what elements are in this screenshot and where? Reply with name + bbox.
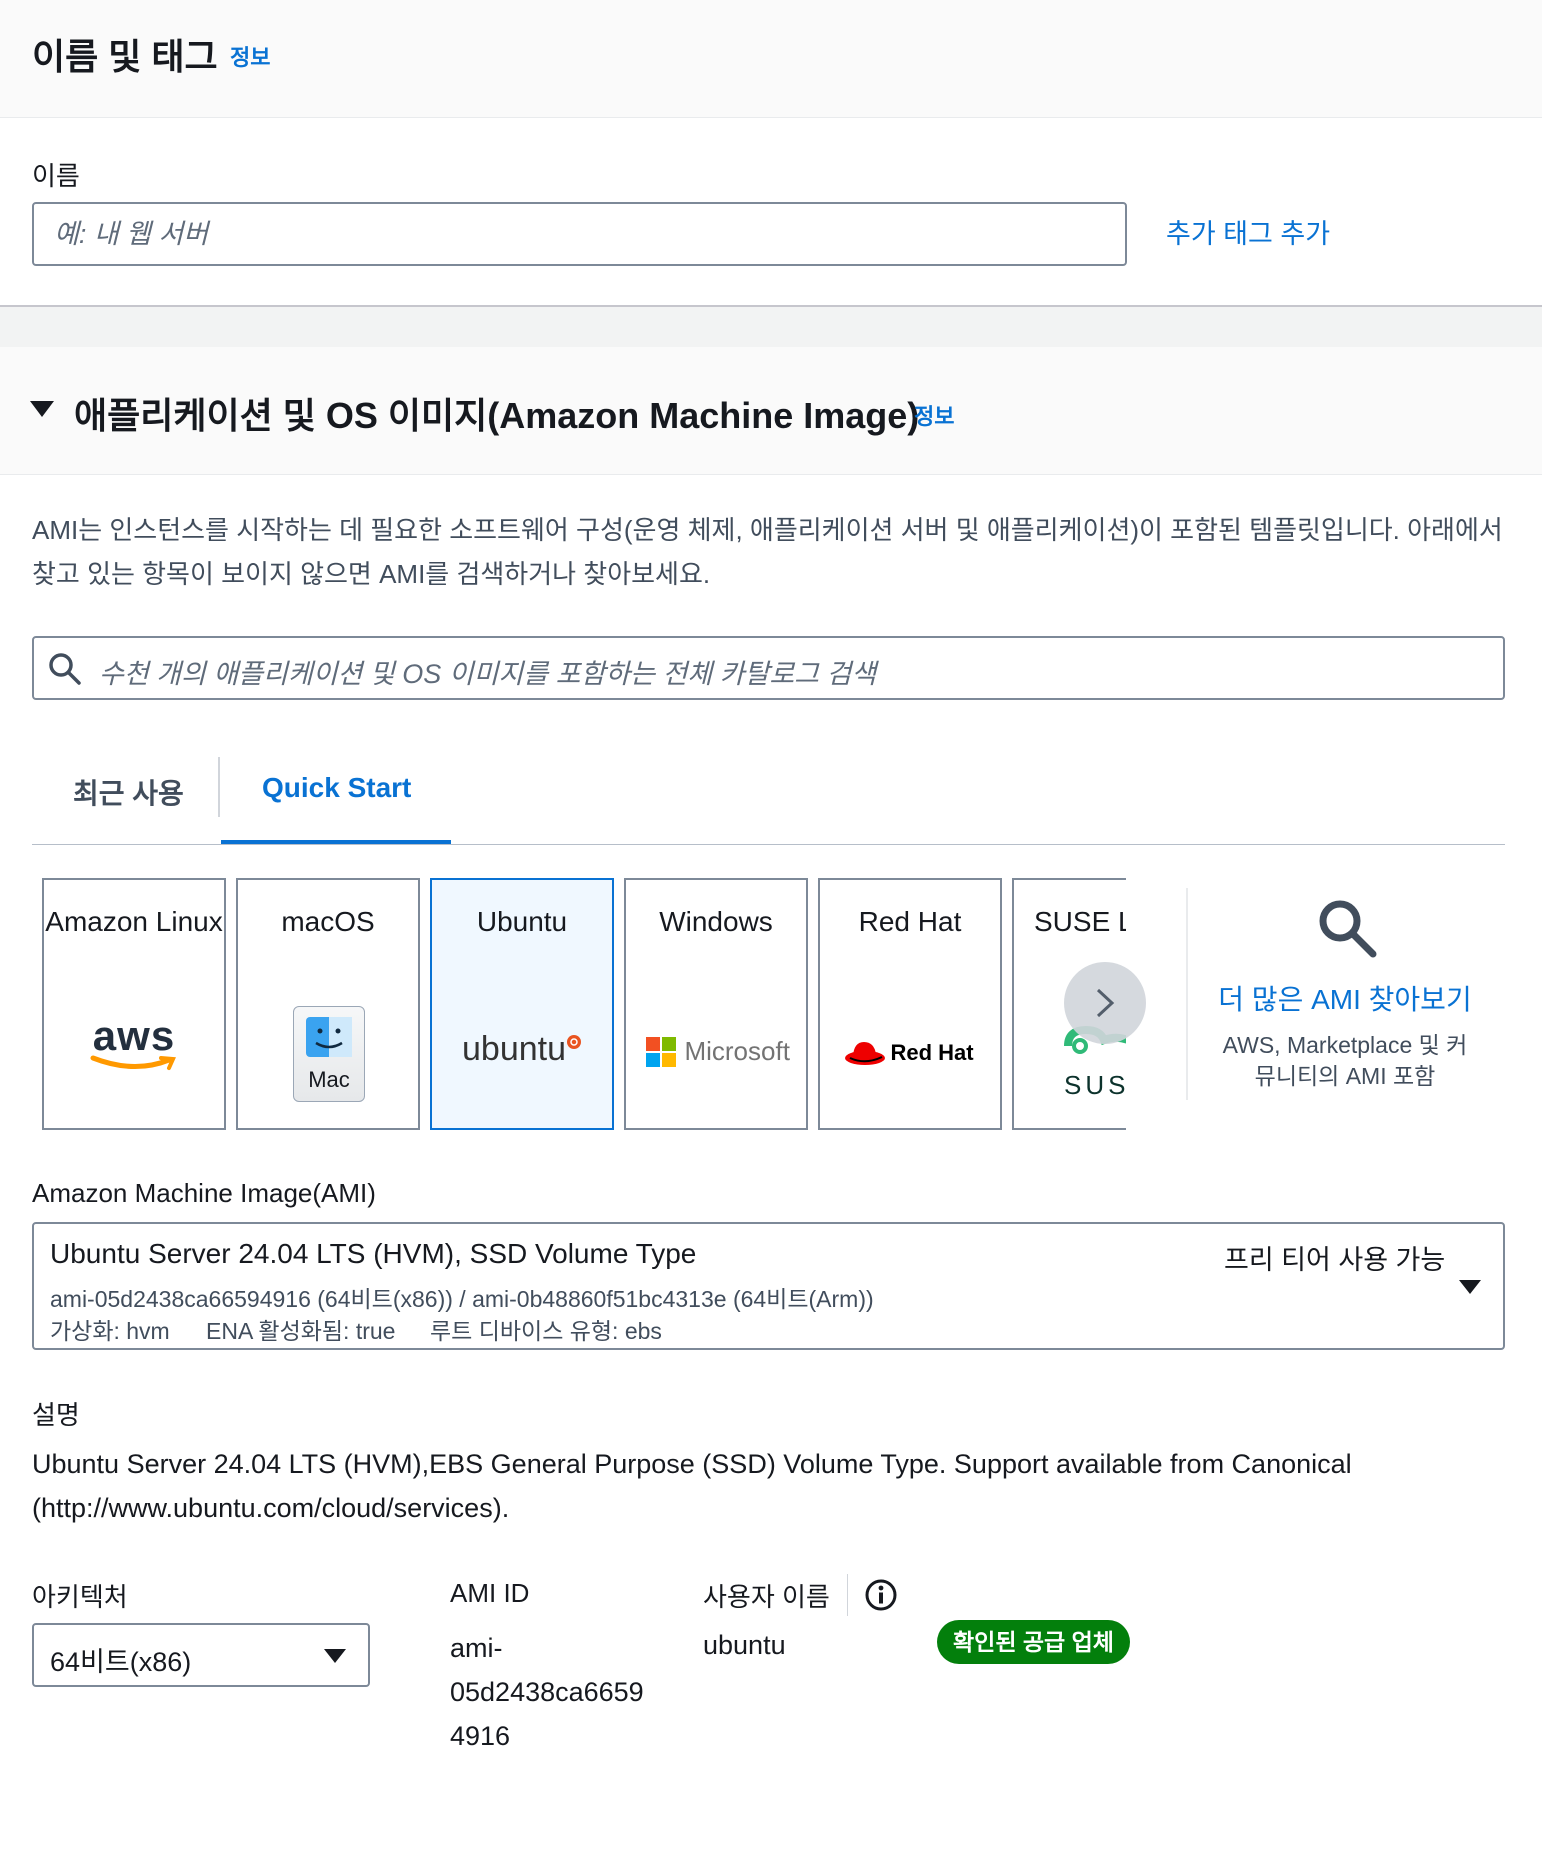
tab-quick-start[interactable]: Quick Start — [262, 772, 411, 804]
name-tags-header: 이름 및 태그 정보 — [0, 0, 1542, 118]
ami-name: Ubuntu Server 24.04 LTS (HVM), SSD Volum… — [50, 1238, 697, 1269]
ami-catalog-search[interactable]: 수천 개의 애플리케이션 및 OS 이미지를 포함하는 전체 카탈로그 검색 — [32, 636, 1505, 700]
ami-root-device: 루트 디바이스 유형: ebs — [430, 1318, 662, 1344]
ami-section-header[interactable]: 애플리케이션 및 OS 이미지(Amazon Machine Image) 정보 — [0, 347, 1542, 475]
os-card-label: Windows — [659, 906, 773, 937]
ami-id-label: AMI ID — [450, 1578, 530, 1608]
description-label: 설명 — [32, 1400, 80, 1430]
architecture-value: 64비트(x86) — [50, 1647, 192, 1677]
architecture-select[interactable]: 64비트(x86) — [32, 1623, 370, 1687]
architecture-label: 아키텍처 — [32, 1582, 128, 1612]
ami-ids: ami-05d2438ca66594916 (64비트(x86)) / ami-… — [50, 1286, 874, 1312]
tab-rule — [32, 844, 1505, 845]
ami-section-title: 애플리케이션 및 OS 이미지(Amazon Machine Image) — [74, 395, 920, 436]
caret-down-icon — [324, 1649, 346, 1663]
username-label: 사용자 이름 — [703, 1582, 830, 1612]
name-input[interactable]: 예: 내 웹 서버 — [32, 202, 1127, 266]
mac-finder-icon: Mac — [293, 1006, 365, 1102]
section-separator — [0, 305, 1542, 347]
os-card-ubuntu[interactable]: Ubuntu ubuntu — [430, 878, 614, 1130]
os-card-macos[interactable]: macOS Mac — [236, 878, 420, 1130]
ubuntu-logo-icon: ubuntu — [432, 1030, 612, 1069]
search-icon — [49, 653, 81, 685]
os-card-redhat[interactable]: Red Hat Red Hat — [818, 878, 1002, 1130]
aws-logo-icon: aws — [44, 1012, 224, 1072]
browse-more-subtitle: AWS, Marketplace 및 커뮤니티의 AMI 포함 — [1222, 1032, 1468, 1089]
username-divider — [847, 1574, 848, 1616]
ami-label: Amazon Machine Image(AMI) — [32, 1178, 376, 1208]
redhat-logo-icon: Red Hat — [844, 1038, 974, 1068]
os-card-label: Amazon Linux — [45, 906, 223, 937]
ami-section-info-link[interactable]: 정보 — [914, 399, 954, 431]
search-icon — [1319, 900, 1377, 958]
ami-select[interactable]: Ubuntu Server 24.04 LTS (HVM), SSD Volum… — [32, 1222, 1505, 1350]
free-tier-label: 프리 티어 사용 가능 — [1224, 1245, 1446, 1275]
tab-recent[interactable]: 최근 사용 — [73, 772, 184, 812]
ami-section-description: AMI는 인스턴스를 시작하는 데 필요한 소프트웨어 구성(운영 체제, 애플… — [32, 515, 1503, 589]
microsoft-logo-icon: Microsoft — [646, 1036, 790, 1067]
caret-down-icon[interactable] — [30, 399, 54, 419]
name-tags-title: 이름 및 태그 — [32, 36, 218, 77]
ami-ena: ENA 활성화됨: true — [206, 1318, 396, 1344]
verified-provider-badge: 확인된 공급 업체 — [937, 1620, 1130, 1664]
carousel-next-button[interactable] — [1064, 962, 1146, 1044]
os-card-label: SUSE Li — [1034, 906, 1126, 937]
name-label: 이름 — [32, 161, 80, 191]
caret-down-icon — [1459, 1280, 1481, 1294]
os-card-windows[interactable]: Windows Microsoft — [624, 878, 808, 1130]
add-tags-link[interactable]: 추가 태그 추가 — [1166, 212, 1330, 251]
browse-more-amis[interactable]: 더 많은 AMI 찾아보기 AWS, Marketplace 및 커뮤니티의 A… — [1205, 890, 1485, 1100]
ami-id-value: ami- 05d2438ca6659 4916 — [450, 1633, 644, 1751]
tab-divider — [218, 757, 220, 817]
info-icon[interactable] — [864, 1578, 898, 1612]
search-placeholder: 수천 개의 애플리케이션 및 OS 이미지를 포함하는 전체 카탈로그 검색 — [99, 659, 877, 689]
chevron-right-icon — [1096, 988, 1115, 1018]
browse-more-title[interactable]: 더 많은 AMI 찾아보기 — [1205, 978, 1485, 1018]
os-card-label: Red Hat — [858, 906, 962, 937]
carousel-divider — [1186, 888, 1188, 1100]
username-value: ubuntu — [703, 1630, 786, 1660]
os-card-amazon-linux[interactable]: Amazon Linux aws — [42, 878, 226, 1130]
ami-virtualization: 가상화: hvm — [50, 1318, 170, 1344]
tab-active-indicator — [221, 840, 451, 844]
name-tags-info-link[interactable]: 정보 — [230, 40, 270, 72]
os-card-label: Ubuntu — [476, 906, 568, 937]
ami-description: Ubuntu Server 24.04 LTS (HVM),EBS Genera… — [32, 1449, 1352, 1523]
os-card-label: macOS — [281, 906, 375, 937]
